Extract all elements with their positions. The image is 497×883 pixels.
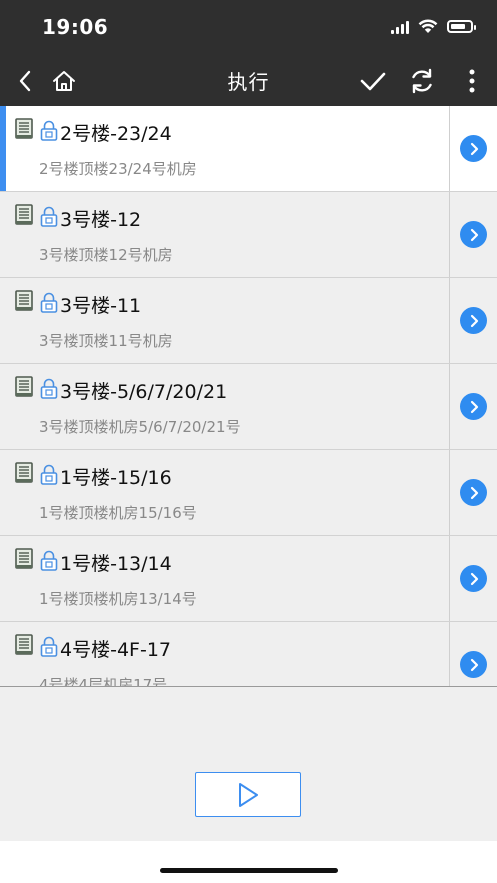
lock-icon [40,464,58,485]
list-item[interactable]: 3号楼-5/6/7/20/21 3号楼顶楼机房5/6/7/20/21号 [0,364,497,450]
open-item-button[interactable] [460,565,487,592]
status-time: 19:06 [42,15,109,39]
item-title: 3号楼-11 [60,295,142,317]
status-icons [391,19,476,34]
chevron-right-icon [470,228,478,241]
home-indicator [160,868,338,873]
row-divider [449,536,450,621]
document-icon [15,548,33,569]
more-button[interactable] [460,56,484,106]
item-title: 4号楼-4F-17 [60,639,171,661]
wifi-icon [418,19,438,33]
item-subtitle: 3号楼顶楼11号机房 [39,332,173,350]
row-divider [449,192,450,277]
refresh-icon [412,68,432,94]
document-icon [15,462,33,483]
item-subtitle: 1号楼顶楼机房13/14号 [39,590,197,608]
chevron-right-icon [470,142,478,155]
execute-button[interactable] [195,772,301,817]
status-bar: 19:06 [0,0,497,56]
open-item-button[interactable] [460,651,487,678]
list-item[interactable]: 3号楼-12 3号楼顶楼12号机房 [0,192,497,278]
lock-icon [40,206,58,227]
item-subtitle: 3号楼顶楼12号机房 [39,246,173,264]
chevron-right-icon [470,572,478,585]
list-rows: 2号楼-23/24 2号楼顶楼23/24号机房 3号楼-12 3号楼顶楼12号机… [0,106,497,686]
list-item[interactable]: 1号楼-13/14 1号楼顶楼机房13/14号 [0,536,497,622]
open-item-button[interactable] [460,307,487,334]
item-title: 3号楼-5/6/7/20/21 [60,381,228,403]
row-divider [449,450,450,535]
document-icon [15,290,33,311]
chevron-right-icon [470,486,478,499]
play-icon [239,782,258,807]
list-item[interactable]: 4号楼-4F-17 4号楼4层机房17号 [0,622,497,686]
lock-icon [40,636,58,657]
cellular-signal-icon [391,20,409,34]
list-item[interactable]: 2号楼-23/24 2号楼顶楼23/24号机房 [0,106,497,192]
task-list[interactable]: 2号楼-23/24 2号楼顶楼23/24号机房 3号楼-12 3号楼顶楼12号机… [0,106,497,686]
lock-icon [40,292,58,313]
row-divider [449,364,450,449]
item-title: 1号楼-15/16 [60,467,172,489]
open-item-button[interactable] [460,135,487,162]
item-title: 1号楼-13/14 [60,553,172,575]
document-icon [15,204,33,225]
document-icon [15,634,33,655]
more-vertical-icon [469,69,475,93]
item-subtitle: 4号楼4层机房17号 [39,676,168,686]
battery-icon [447,20,476,33]
item-title: 3号楼-12 [60,209,142,231]
document-icon [15,118,33,139]
item-subtitle: 3号楼顶楼机房5/6/7/20/21号 [39,418,241,436]
open-item-button[interactable] [460,479,487,506]
selected-indicator [0,106,6,191]
open-item-button[interactable] [460,393,487,420]
item-subtitle: 1号楼顶楼机房15/16号 [39,504,197,522]
list-item[interactable]: 3号楼-11 3号楼顶楼11号机房 [0,278,497,364]
item-title: 2号楼-23/24 [60,123,172,145]
chevron-right-icon [470,658,478,671]
lock-icon [40,550,58,571]
chevron-right-icon [470,400,478,413]
row-divider [449,278,450,363]
footer [0,687,497,841]
checkmark-icon [360,72,386,91]
nav-bar: 执行 [0,56,497,106]
confirm-button[interactable] [356,56,390,106]
row-divider [449,622,450,686]
chevron-right-icon [470,314,478,327]
lock-icon [40,378,58,399]
open-item-button[interactable] [460,221,487,248]
refresh-button[interactable] [405,56,439,106]
row-divider [449,106,450,191]
item-subtitle: 2号楼顶楼23/24号机房 [39,160,197,178]
lock-icon [40,120,58,141]
list-item[interactable]: 1号楼-15/16 1号楼顶楼机房15/16号 [0,450,497,536]
document-icon [15,376,33,397]
